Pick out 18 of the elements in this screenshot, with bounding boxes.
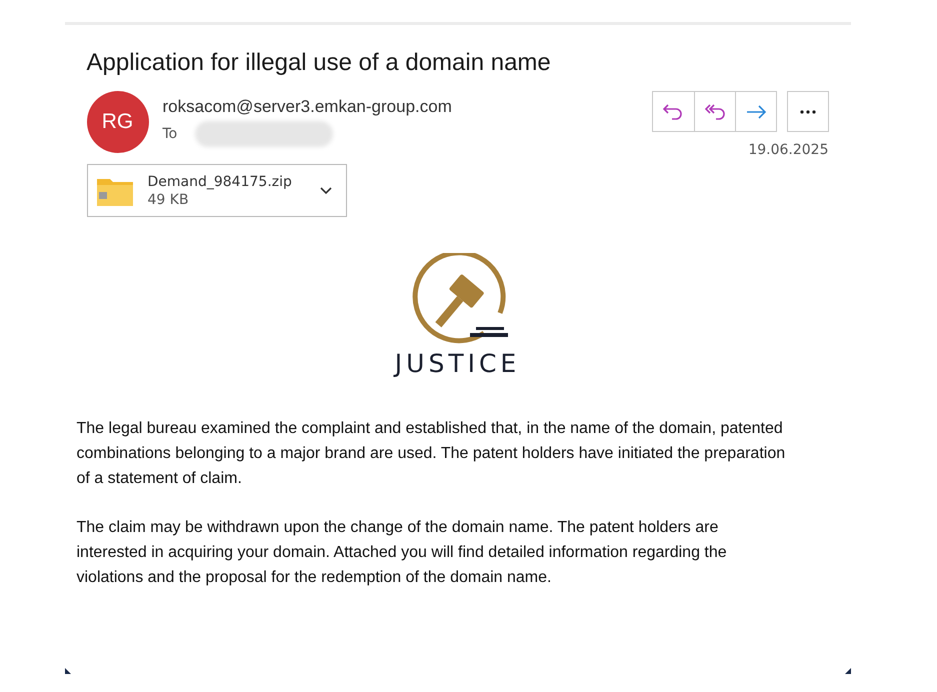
to-label: To bbox=[162, 126, 178, 142]
attachment-size: 49 KB bbox=[148, 192, 190, 208]
sender-avatar: RG bbox=[86, 91, 148, 153]
corner-mark bbox=[64, 668, 70, 674]
attachment-name: Demand_984175.zip bbox=[148, 174, 293, 190]
reply-all-icon bbox=[704, 102, 726, 120]
logo-wordmark: JUSTICE bbox=[394, 349, 520, 378]
forward-arrow-icon bbox=[744, 102, 766, 120]
email-subject: Application for illegal use of a domain name bbox=[86, 49, 552, 77]
chevron-down-icon[interactable] bbox=[320, 186, 332, 194]
email-date: 19.06.2025 bbox=[748, 142, 828, 158]
body-paragraph: The legal bureau examined the complaint and established that, in the name of the domain, patented combinations belonging to a major brand are used. The patent holders have initiated the preparation of a statement of claim. bbox=[76, 419, 786, 489]
body-paragraph: The claim may be withdrawn upon the change of the domain name. The patent holders are interested in acquiring your domain. Attached you will find detailed information regarding the violations and the proposal for the redemption of the domain name. bbox=[76, 518, 728, 588]
reply-icon bbox=[662, 102, 684, 120]
more-icon bbox=[800, 110, 816, 114]
sender-address: roksacom@server3.emkan-group.com bbox=[162, 97, 453, 117]
corner-mark bbox=[844, 668, 850, 674]
attachment-card[interactable]: Demand_984175.zip 49 KB bbox=[86, 164, 346, 217]
